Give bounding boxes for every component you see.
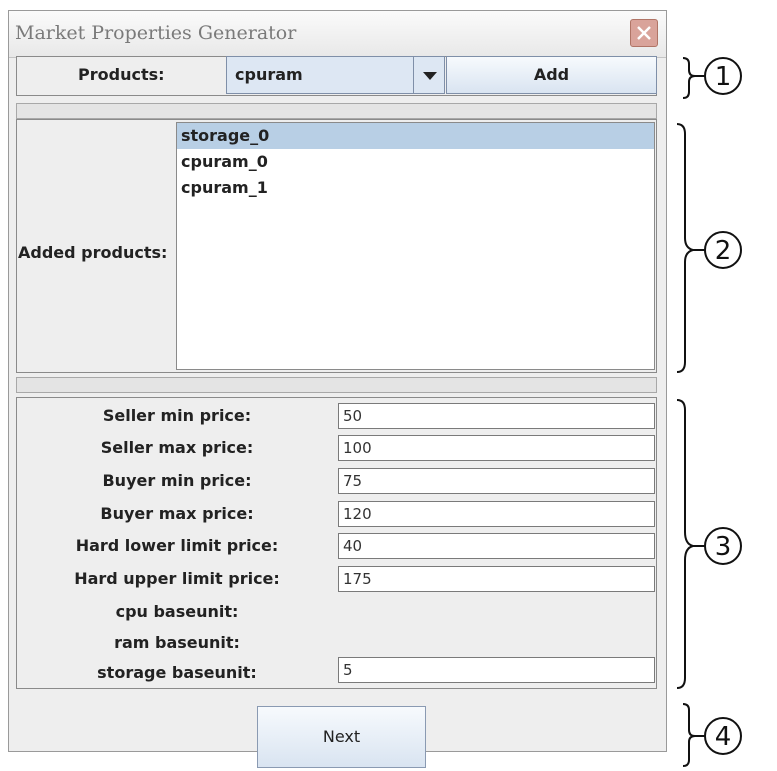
ram-baseunit-label: ram baseunit: [114,633,240,652]
list-item[interactable]: storage_0 [177,123,654,149]
seller-min-price-field[interactable]: 50 [338,403,655,429]
bracket-3 [676,399,707,689]
storage-baseunit-field[interactable]: 5 [338,657,655,683]
chevron-down-icon [423,72,437,80]
separator-1 [16,103,657,119]
cpu-baseunit-label: cpu baseunit: [115,602,239,621]
add-button[interactable]: Add [446,56,657,94]
close-button[interactable] [630,19,658,47]
buyer-max-price-field[interactable]: 120 [338,501,655,527]
products-label: Products: [78,65,165,84]
buyer-min-price-field[interactable]: 75 [338,468,655,494]
close-icon [637,26,651,40]
callout-number-2: 2 [715,236,732,266]
callout-number-1: 1 [715,62,732,92]
buyer-min-price-label: Buyer min price: [102,471,252,490]
hard-upper-limit-label: Hard upper limit price: [74,569,280,588]
bracket-4 [682,703,707,767]
title-bar[interactable]: Market Properties Generator [9,11,666,58]
seller-max-price-label: Seller max price: [100,438,254,457]
list-item[interactable]: cpuram_0 [177,149,654,175]
hard-lower-limit-label: Hard lower limit price: [75,536,279,555]
separator-2 [16,377,657,393]
seller-min-price-label: Seller min price: [102,406,252,425]
list-item[interactable]: cpuram_1 [177,175,654,201]
added-products-list[interactable]: storage_0 cpuram_0 cpuram_1 [176,122,655,370]
products-combo[interactable]: cpuram [226,56,414,94]
callout-number-3: 3 [715,532,732,562]
products-combo-arrow[interactable] [413,56,445,94]
added-products-label: Added products: [18,243,168,262]
callout-annotations: 1 2 3 4 [676,57,742,767]
callout-number-4: 4 [715,722,732,752]
hard-upper-limit-field[interactable]: 175 [338,566,655,592]
seller-max-price-field[interactable]: 100 [338,435,655,461]
hard-lower-limit-field[interactable]: 40 [338,533,655,559]
storage-baseunit-label: storage baseunit: [97,663,257,682]
buyer-max-price-label: Buyer max price: [100,504,254,523]
bracket-1 [682,57,707,99]
bracket-2 [676,123,707,373]
next-button[interactable]: Next [257,706,426,768]
window-title: Market Properties Generator [15,22,297,44]
